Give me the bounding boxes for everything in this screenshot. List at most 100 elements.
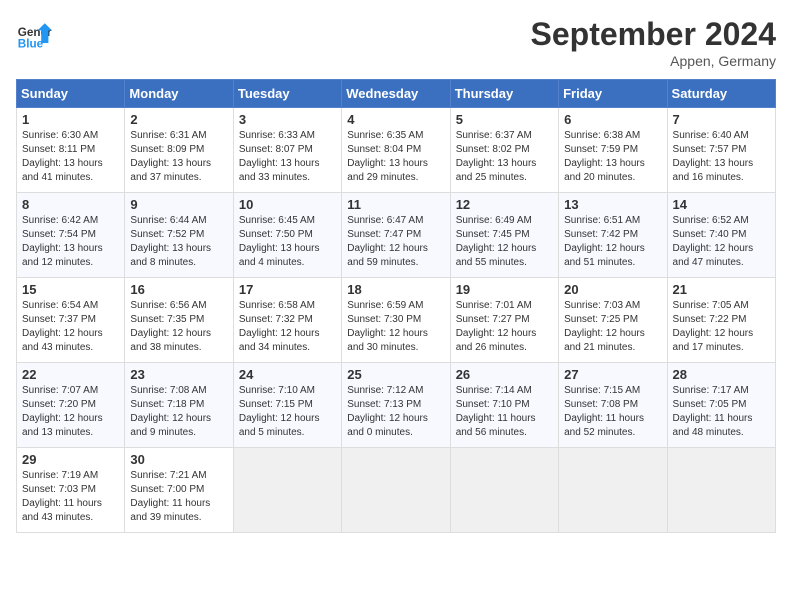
day-info: Sunrise: 6:49 AM Sunset: 7:45 PM Dayligh… <box>456 215 537 268</box>
day-number: 13 <box>564 197 661 212</box>
calendar-cell: 7 Sunrise: 6:40 AM Sunset: 7:57 PM Dayli… <box>667 108 775 193</box>
day-info: Sunrise: 7:10 AM Sunset: 7:15 PM Dayligh… <box>239 385 320 438</box>
day-number: 11 <box>347 197 444 212</box>
day-info: Sunrise: 6:38 AM Sunset: 7:59 PM Dayligh… <box>564 130 645 183</box>
calendar-cell: 25 Sunrise: 7:12 AM Sunset: 7:13 PM Dayl… <box>342 363 450 448</box>
day-number: 24 <box>239 367 336 382</box>
calendar-cell: 11 Sunrise: 6:47 AM Sunset: 7:47 PM Dayl… <box>342 193 450 278</box>
day-info: Sunrise: 7:17 AM Sunset: 7:05 PM Dayligh… <box>673 385 753 438</box>
day-number: 8 <box>22 197 119 212</box>
day-number: 16 <box>130 282 227 297</box>
calendar-cell: 4 Sunrise: 6:35 AM Sunset: 8:04 PM Dayli… <box>342 108 450 193</box>
calendar-cell: 18 Sunrise: 6:59 AM Sunset: 7:30 PM Dayl… <box>342 278 450 363</box>
day-info: Sunrise: 6:45 AM Sunset: 7:50 PM Dayligh… <box>239 215 320 268</box>
day-number: 28 <box>673 367 770 382</box>
day-number: 26 <box>456 367 553 382</box>
weekday-header: Tuesday <box>233 80 341 108</box>
day-info: Sunrise: 7:03 AM Sunset: 7:25 PM Dayligh… <box>564 300 645 353</box>
calendar-week-row: 1 Sunrise: 6:30 AM Sunset: 8:11 PM Dayli… <box>17 108 776 193</box>
day-info: Sunrise: 7:01 AM Sunset: 7:27 PM Dayligh… <box>456 300 537 353</box>
weekday-header-row: SundayMondayTuesdayWednesdayThursdayFrid… <box>17 80 776 108</box>
calendar-cell <box>233 448 341 533</box>
calendar-week-row: 15 Sunrise: 6:54 AM Sunset: 7:37 PM Dayl… <box>17 278 776 363</box>
logo-icon: General Blue <box>16 16 52 52</box>
calendar-cell: 22 Sunrise: 7:07 AM Sunset: 7:20 PM Dayl… <box>17 363 125 448</box>
calendar-cell: 29 Sunrise: 7:19 AM Sunset: 7:03 PM Dayl… <box>17 448 125 533</box>
calendar-cell: 14 Sunrise: 6:52 AM Sunset: 7:40 PM Dayl… <box>667 193 775 278</box>
calendar-cell <box>667 448 775 533</box>
svg-text:Blue: Blue <box>18 38 44 51</box>
day-number: 30 <box>130 452 227 467</box>
day-info: Sunrise: 7:12 AM Sunset: 7:13 PM Dayligh… <box>347 385 428 438</box>
day-info: Sunrise: 6:58 AM Sunset: 7:32 PM Dayligh… <box>239 300 320 353</box>
calendar-cell <box>342 448 450 533</box>
day-number: 6 <box>564 112 661 127</box>
calendar-cell: 20 Sunrise: 7:03 AM Sunset: 7:25 PM Dayl… <box>559 278 667 363</box>
location: Appen, Germany <box>531 53 776 69</box>
weekday-header: Sunday <box>17 80 125 108</box>
day-number: 19 <box>456 282 553 297</box>
calendar-week-row: 22 Sunrise: 7:07 AM Sunset: 7:20 PM Dayl… <box>17 363 776 448</box>
day-number: 22 <box>22 367 119 382</box>
day-number: 14 <box>673 197 770 212</box>
calendar-cell: 24 Sunrise: 7:10 AM Sunset: 7:15 PM Dayl… <box>233 363 341 448</box>
page-header: General Blue September 2024 Appen, Germa… <box>16 16 776 69</box>
day-info: Sunrise: 7:21 AM Sunset: 7:00 PM Dayligh… <box>130 470 210 523</box>
day-number: 10 <box>239 197 336 212</box>
calendar-cell <box>450 448 558 533</box>
calendar-cell: 19 Sunrise: 7:01 AM Sunset: 7:27 PM Dayl… <box>450 278 558 363</box>
day-number: 23 <box>130 367 227 382</box>
title-block: September 2024 Appen, Germany <box>531 16 776 69</box>
weekday-header: Monday <box>125 80 233 108</box>
calendar-cell: 28 Sunrise: 7:17 AM Sunset: 7:05 PM Dayl… <box>667 363 775 448</box>
calendar-cell: 1 Sunrise: 6:30 AM Sunset: 8:11 PM Dayli… <box>17 108 125 193</box>
day-info: Sunrise: 6:30 AM Sunset: 8:11 PM Dayligh… <box>22 130 103 183</box>
day-number: 9 <box>130 197 227 212</box>
weekday-header: Friday <box>559 80 667 108</box>
day-info: Sunrise: 6:56 AM Sunset: 7:35 PM Dayligh… <box>130 300 211 353</box>
calendar-cell: 2 Sunrise: 6:31 AM Sunset: 8:09 PM Dayli… <box>125 108 233 193</box>
day-number: 12 <box>456 197 553 212</box>
day-number: 21 <box>673 282 770 297</box>
day-info: Sunrise: 7:05 AM Sunset: 7:22 PM Dayligh… <box>673 300 754 353</box>
day-number: 20 <box>564 282 661 297</box>
day-number: 15 <box>22 282 119 297</box>
calendar-cell: 23 Sunrise: 7:08 AM Sunset: 7:18 PM Dayl… <box>125 363 233 448</box>
day-info: Sunrise: 7:15 AM Sunset: 7:08 PM Dayligh… <box>564 385 644 438</box>
day-info: Sunrise: 6:44 AM Sunset: 7:52 PM Dayligh… <box>130 215 211 268</box>
day-info: Sunrise: 6:33 AM Sunset: 8:07 PM Dayligh… <box>239 130 320 183</box>
day-info: Sunrise: 6:40 AM Sunset: 7:57 PM Dayligh… <box>673 130 754 183</box>
day-info: Sunrise: 7:08 AM Sunset: 7:18 PM Dayligh… <box>130 385 211 438</box>
calendar-cell: 3 Sunrise: 6:33 AM Sunset: 8:07 PM Dayli… <box>233 108 341 193</box>
calendar-table: SundayMondayTuesdayWednesdayThursdayFrid… <box>16 79 776 533</box>
calendar-cell: 13 Sunrise: 6:51 AM Sunset: 7:42 PM Dayl… <box>559 193 667 278</box>
weekday-header: Saturday <box>667 80 775 108</box>
day-info: Sunrise: 6:37 AM Sunset: 8:02 PM Dayligh… <box>456 130 537 183</box>
weekday-header: Wednesday <box>342 80 450 108</box>
day-number: 4 <box>347 112 444 127</box>
day-info: Sunrise: 7:19 AM Sunset: 7:03 PM Dayligh… <box>22 470 102 523</box>
calendar-cell: 8 Sunrise: 6:42 AM Sunset: 7:54 PM Dayli… <box>17 193 125 278</box>
calendar-cell: 27 Sunrise: 7:15 AM Sunset: 7:08 PM Dayl… <box>559 363 667 448</box>
calendar-cell: 15 Sunrise: 6:54 AM Sunset: 7:37 PM Dayl… <box>17 278 125 363</box>
calendar-week-row: 29 Sunrise: 7:19 AM Sunset: 7:03 PM Dayl… <box>17 448 776 533</box>
day-number: 27 <box>564 367 661 382</box>
calendar-cell: 16 Sunrise: 6:56 AM Sunset: 7:35 PM Dayl… <box>125 278 233 363</box>
day-info: Sunrise: 6:54 AM Sunset: 7:37 PM Dayligh… <box>22 300 103 353</box>
day-number: 1 <box>22 112 119 127</box>
day-info: Sunrise: 6:52 AM Sunset: 7:40 PM Dayligh… <box>673 215 754 268</box>
calendar-cell: 10 Sunrise: 6:45 AM Sunset: 7:50 PM Dayl… <box>233 193 341 278</box>
calendar-cell: 5 Sunrise: 6:37 AM Sunset: 8:02 PM Dayli… <box>450 108 558 193</box>
day-info: Sunrise: 6:35 AM Sunset: 8:04 PM Dayligh… <box>347 130 428 183</box>
calendar-week-row: 8 Sunrise: 6:42 AM Sunset: 7:54 PM Dayli… <box>17 193 776 278</box>
day-info: Sunrise: 7:14 AM Sunset: 7:10 PM Dayligh… <box>456 385 536 438</box>
day-number: 17 <box>239 282 336 297</box>
day-info: Sunrise: 6:59 AM Sunset: 7:30 PM Dayligh… <box>347 300 428 353</box>
calendar-cell: 30 Sunrise: 7:21 AM Sunset: 7:00 PM Dayl… <box>125 448 233 533</box>
day-info: Sunrise: 6:31 AM Sunset: 8:09 PM Dayligh… <box>130 130 211 183</box>
day-number: 5 <box>456 112 553 127</box>
day-number: 29 <box>22 452 119 467</box>
calendar-cell <box>559 448 667 533</box>
day-number: 2 <box>130 112 227 127</box>
calendar-cell: 17 Sunrise: 6:58 AM Sunset: 7:32 PM Dayl… <box>233 278 341 363</box>
